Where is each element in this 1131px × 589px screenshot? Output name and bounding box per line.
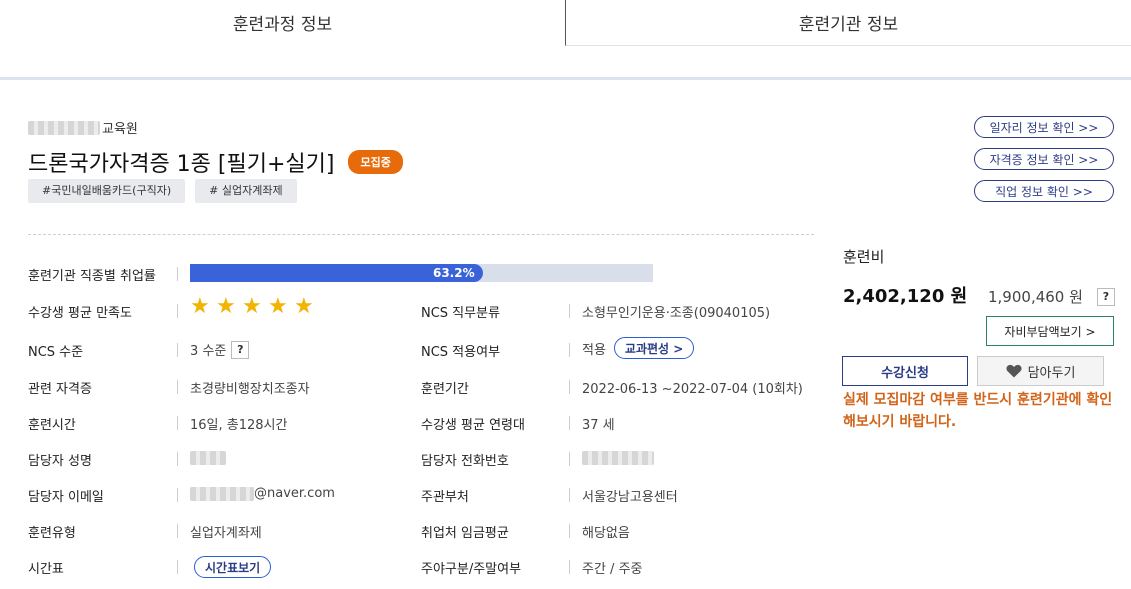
divider	[177, 560, 178, 574]
avg-age-label: 수강생 평균 연령대	[421, 418, 525, 433]
manager-name-value	[190, 451, 226, 465]
divider	[569, 304, 570, 318]
divider	[569, 524, 570, 538]
info-links: 일자리 정보 확인 >> 자격증 정보 확인 >> 직업 정보 확인 >>	[974, 116, 1114, 202]
timetable: 시간표보기	[186, 556, 272, 578]
ncs-apply-label: NCS 적용여부	[421, 345, 501, 360]
divider	[177, 452, 178, 466]
redacted-text	[190, 486, 254, 501]
occupation-info-link[interactable]: 직업 정보 확인 >>	[974, 180, 1114, 202]
ncs-apply-value: 적용	[582, 342, 606, 358]
institution-name: 교육원	[28, 118, 138, 137]
course-title-text: 드론국가자격증 1종 [필기+실기]	[28, 152, 335, 177]
hours-label: 훈련시간	[28, 418, 76, 433]
tag-item: # 실업자계좌제	[195, 179, 297, 203]
satisfaction-stars: ★ ★ ★ ★ ★	[190, 294, 314, 319]
fee-title: 훈련비	[843, 248, 885, 266]
divider	[569, 380, 570, 394]
manager-email: @naver.com	[190, 486, 335, 501]
save-button[interactable]: 담아두기	[977, 356, 1104, 386]
divider	[177, 488, 178, 502]
heart-icon	[1006, 364, 1022, 378]
related-cert-label: 관련 자격증	[28, 382, 92, 397]
help-icon[interactable]: ?	[1096, 287, 1115, 306]
related-cert-value: 초경량비행장치조종자	[190, 382, 310, 397]
tag-list: #국민내일배움카드(구직자) # 실업자계좌제	[28, 179, 297, 203]
curriculum-button[interactable]: 교과편성 >	[613, 337, 695, 359]
divider	[177, 304, 178, 318]
divider	[569, 452, 570, 466]
tag-item: #국민내일배움카드(구직자)	[28, 179, 186, 203]
period-label: 훈련기간	[421, 382, 469, 397]
redacted-text	[28, 120, 100, 135]
ncs-level-label: NCS 수준	[28, 345, 84, 360]
support-fee-amount: 1,900,460 원	[988, 288, 1083, 306]
divider	[177, 267, 178, 281]
training-type-value: 실업자계좌제	[190, 526, 262, 541]
help-icon[interactable]: ?	[231, 340, 250, 359]
job-info-link[interactable]: 일자리 정보 확인 >>	[974, 116, 1114, 138]
avg-age-value: 37 세	[582, 418, 615, 433]
manager-name-label: 담당자 성명	[28, 454, 92, 469]
apply-button[interactable]: 수강신청	[842, 356, 968, 386]
training-type-label: 훈련유형	[28, 526, 76, 541]
ncs-level-value: 3 수준	[190, 344, 227, 359]
manager-email-label: 담당자 이메일	[28, 490, 104, 505]
timetable-label: 시간표	[28, 562, 64, 577]
department-label: 주관부처	[421, 490, 469, 505]
divider	[569, 488, 570, 502]
recruit-warning: 실제 모집마감 여부를 반드시 훈련기관에 확인해보시기 바랍니다.	[843, 392, 1113, 430]
save-button-label: 담아두기	[1027, 365, 1076, 381]
employment-rate-fill: 63.2%	[190, 264, 483, 282]
manager-email-value: @naver.com	[254, 486, 335, 501]
star-icon: ★	[216, 294, 236, 319]
manager-phone-value	[582, 451, 654, 465]
cert-info-link[interactable]: 자격증 정보 확인 >>	[974, 148, 1114, 170]
divider	[569, 416, 570, 430]
star-icon: ★	[242, 294, 262, 319]
tab-bar: 훈련과정 정보 훈련기관 정보	[0, 0, 1131, 80]
timetable-button[interactable]: 시간표보기	[194, 556, 272, 578]
day-type-value: 주간 / 주중	[582, 562, 643, 577]
institution-suffix: 교육원	[102, 122, 138, 137]
ncs-level: 3 수준 ?	[190, 340, 250, 359]
star-icon: ★	[268, 294, 288, 319]
employment-rate-label: 훈련기관 직종별 취업률	[28, 269, 156, 284]
page-title: 드론국가자격증 1종 [필기+실기] 모집중	[28, 146, 403, 178]
divider	[177, 524, 178, 538]
divider	[177, 380, 178, 394]
period-value: 2022-06-13 ~2022-07-04 (10회차)	[582, 382, 803, 397]
support-fee: 1,900,460 원 ?	[988, 286, 1115, 307]
status-badge: 모집중	[348, 150, 403, 174]
wage-value: 해당없음	[582, 526, 630, 541]
divider	[569, 343, 570, 357]
star-icon: ★	[294, 294, 314, 319]
employment-rate-bar: 63.2%	[190, 264, 653, 282]
redacted-text	[190, 451, 226, 465]
satisfaction-label: 수강생 평균 만족도	[28, 306, 132, 321]
tab-course-info[interactable]: 훈련과정 정보	[0, 0, 565, 46]
divider	[28, 234, 814, 235]
department-value: 서울강남고용센터	[582, 490, 678, 505]
divider	[177, 343, 178, 357]
manager-phone-label: 담당자 전화번호	[421, 454, 509, 469]
hours-value: 16일, 총128시간	[190, 418, 288, 433]
divider	[569, 560, 570, 574]
star-icon: ★	[190, 294, 210, 319]
day-type-label: 주야구분/주말여부	[421, 562, 522, 577]
ncs-apply: 적용 교과편성 >	[582, 337, 695, 359]
tab-institution-info[interactable]: 훈련기관 정보	[565, 0, 1131, 46]
divider	[177, 416, 178, 430]
ncs-job-value: 소형무인기운용·조종(09040105)	[582, 306, 771, 321]
redacted-text	[582, 451, 654, 465]
ncs-job-label: NCS 직무분류	[421, 306, 501, 321]
self-pay-button[interactable]: 자비부담액보기 >	[986, 316, 1114, 346]
fee-amount: 2,402,120 원	[843, 286, 968, 307]
wage-label: 취업처 임금평균	[421, 526, 509, 541]
